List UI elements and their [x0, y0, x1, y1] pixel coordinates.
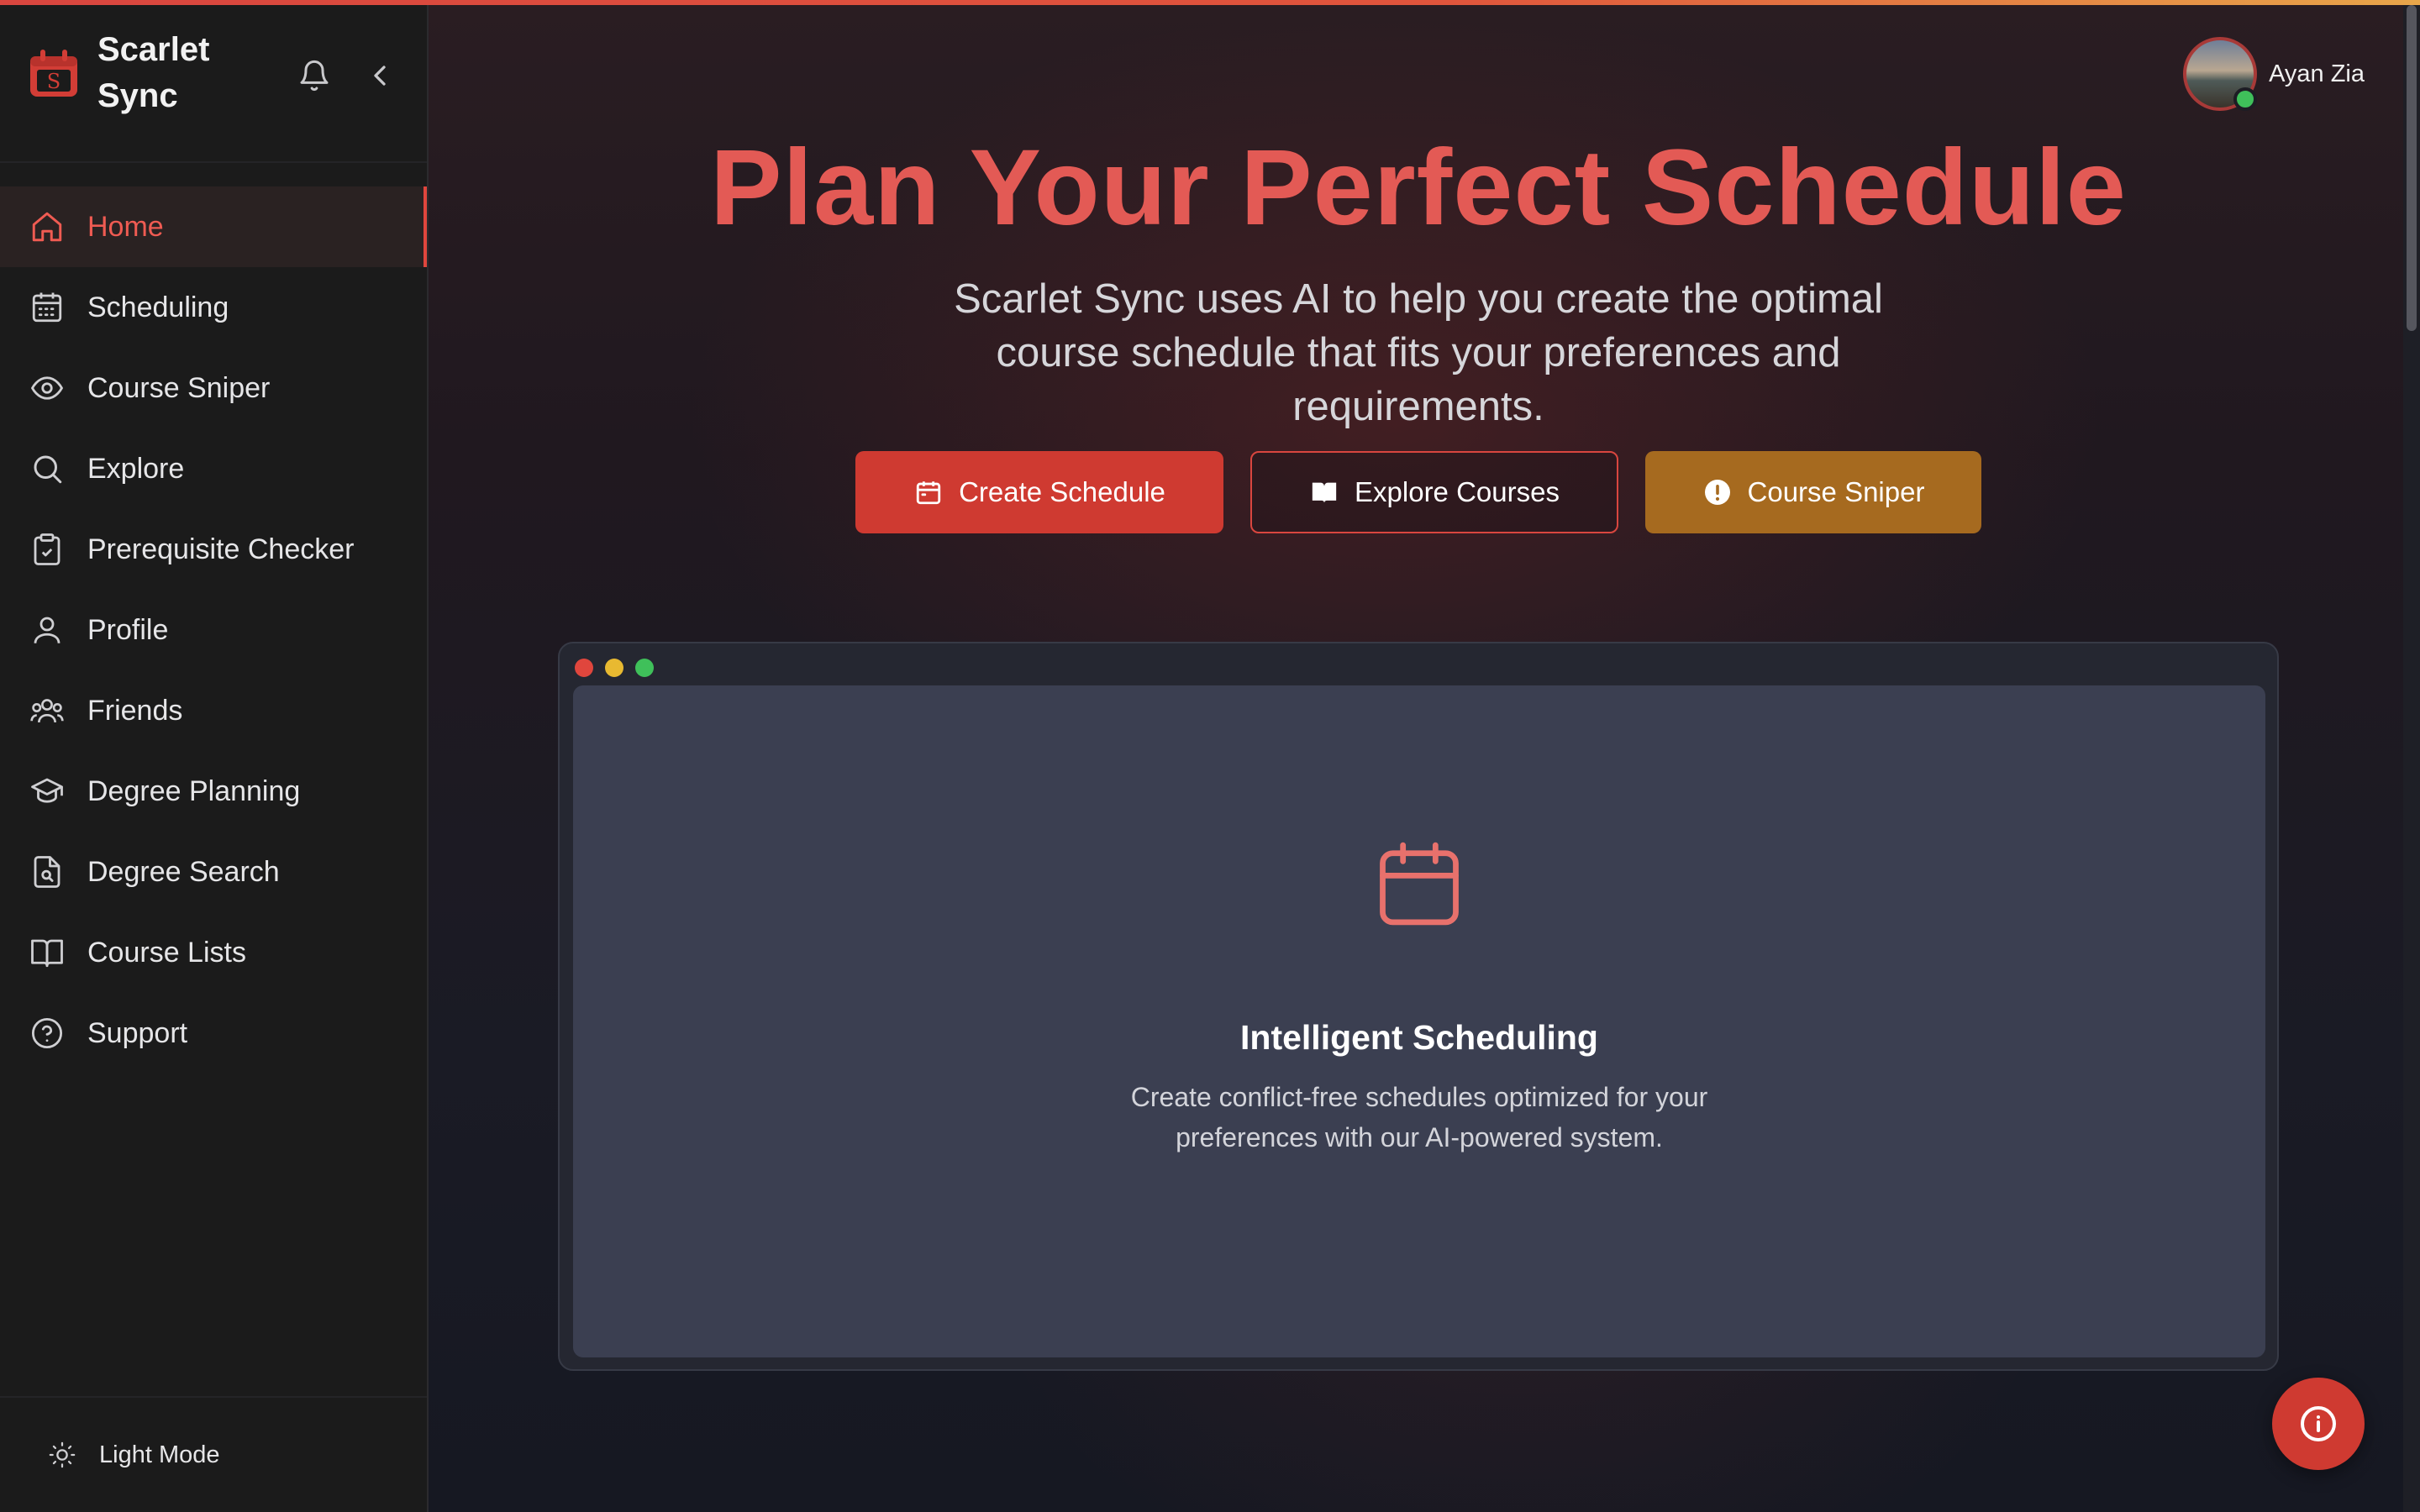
calendar-grid-icon [29, 289, 66, 326]
user-icon [29, 612, 66, 648]
avatar[interactable] [2183, 37, 2258, 111]
sidebar-item-label: Friends [87, 694, 183, 727]
window-close-dot [575, 659, 593, 677]
window-minimize-dot [605, 659, 623, 677]
sidebar: S Scarlet Sync Home Scheduling Course Sn… [0, 0, 429, 1512]
course-sniper-label: Course Sniper [1747, 476, 1925, 507]
hero-subtitle: Scarlet Sync uses AI to help you create … [954, 276, 1883, 429]
action-buttons: Create Schedule Explore Courses Course S… [855, 451, 1981, 533]
sidebar-footer-divider [0, 1396, 427, 1398]
sidebar-item-course-lists[interactable]: Course Lists [0, 912, 427, 993]
main-content: Ayan Zia Plan Your Perfect Schedule Scar… [429, 0, 2420, 1512]
sidebar-item-home[interactable]: Home [0, 186, 427, 267]
sidebar-item-explore[interactable]: Explore [0, 428, 427, 509]
explore-courses-label: Explore Courses [1355, 476, 1560, 507]
search-icon [29, 450, 66, 487]
sidebar-item-label: Profile [87, 613, 169, 646]
help-circle-icon [29, 1015, 66, 1052]
sidebar-item-label: Home [87, 210, 164, 243]
sidebar-item-course-sniper[interactable]: Course Sniper [0, 348, 427, 428]
sidebar-item-profile[interactable]: Profile [0, 590, 427, 670]
sidebar-item-label: Degree Planning [87, 774, 301, 807]
book-open-icon [29, 934, 66, 971]
calendar-icon [913, 477, 944, 507]
feature-description: Create conflict-free schedules optimized… [1130, 1082, 1708, 1152]
sidebar-item-prerequisite-checker[interactable]: Prerequisite Checker [0, 509, 427, 590]
create-schedule-label: Create Schedule [959, 476, 1165, 507]
svg-text:S: S [47, 70, 60, 93]
bell-icon [300, 60, 329, 92]
sidebar-item-label: Support [87, 1016, 188, 1049]
feature-title: Intelligent Scheduling [1240, 1018, 1598, 1057]
user-name: Ayan Zia [2269, 60, 2365, 87]
notifications-button[interactable] [296, 57, 333, 94]
sidebar-item-degree-search[interactable]: Degree Search [0, 832, 427, 912]
sun-icon [47, 1440, 77, 1470]
explore-courses-button[interactable]: Explore Courses [1250, 451, 1618, 533]
course-sniper-button[interactable]: Course Sniper [1645, 451, 1981, 533]
sidebar-item-friends[interactable]: Friends [0, 670, 427, 751]
brand[interactable]: S Scarlet Sync [27, 27, 249, 119]
feature-panel: Intelligent Scheduling Create conflict-f… [573, 685, 2265, 1357]
scrollbar[interactable] [2403, 0, 2420, 1512]
collapse-sidebar-button[interactable] [361, 57, 398, 94]
home-icon [29, 208, 66, 245]
online-status-indicator [2233, 87, 2258, 111]
clipboard-check-icon [29, 531, 66, 568]
info-icon [2301, 1406, 2336, 1441]
sidebar-item-degree-planning[interactable]: Degree Planning [0, 751, 427, 832]
book-open-icon [1309, 477, 1339, 507]
sidebar-divider [0, 161, 427, 163]
top-accent-bar [0, 0, 2420, 5]
sidebar-item-scheduling[interactable]: Scheduling [0, 267, 427, 348]
sidebar-item-label: Course Sniper [87, 371, 271, 404]
sidebar-item-label: Course Lists [87, 936, 246, 969]
calendar-s-logo-icon: S [30, 50, 77, 97]
sidebar-item-label: Explore [87, 452, 185, 485]
page-title: Plan Your Perfect Schedule [710, 128, 2127, 248]
sidebar-item-label: Degree Search [87, 855, 280, 888]
graduation-cap-icon [29, 773, 66, 810]
feature-preview-window: Intelligent Scheduling Create conflict-f… [558, 642, 2279, 1371]
eye-icon [29, 370, 66, 407]
alert-circle-icon [1702, 477, 1733, 507]
theme-toggle-label: Light Mode [99, 1441, 220, 1468]
sidebar-item-label: Scheduling [87, 291, 229, 323]
brand-name: Scarlet Sync [97, 31, 210, 114]
user-menu[interactable]: Ayan Zia [2183, 37, 2365, 111]
users-icon [29, 692, 66, 729]
sidebar-item-label: Prerequisite Checker [87, 533, 355, 565]
file-search-icon [29, 853, 66, 890]
sidebar-nav: Home Scheduling Course Sniper Explore Pr… [0, 186, 427, 1074]
info-button[interactable] [2272, 1378, 2365, 1470]
calendar-icon [1380, 842, 1459, 926]
theme-toggle-button[interactable]: Light Mode [47, 1436, 220, 1473]
chevron-left-icon [374, 66, 386, 86]
window-maximize-dot [635, 659, 654, 677]
create-schedule-button[interactable]: Create Schedule [855, 451, 1223, 533]
scrollbar-thumb[interactable] [2407, 5, 2417, 331]
window-controls [575, 659, 666, 677]
sidebar-item-support[interactable]: Support [0, 993, 427, 1074]
